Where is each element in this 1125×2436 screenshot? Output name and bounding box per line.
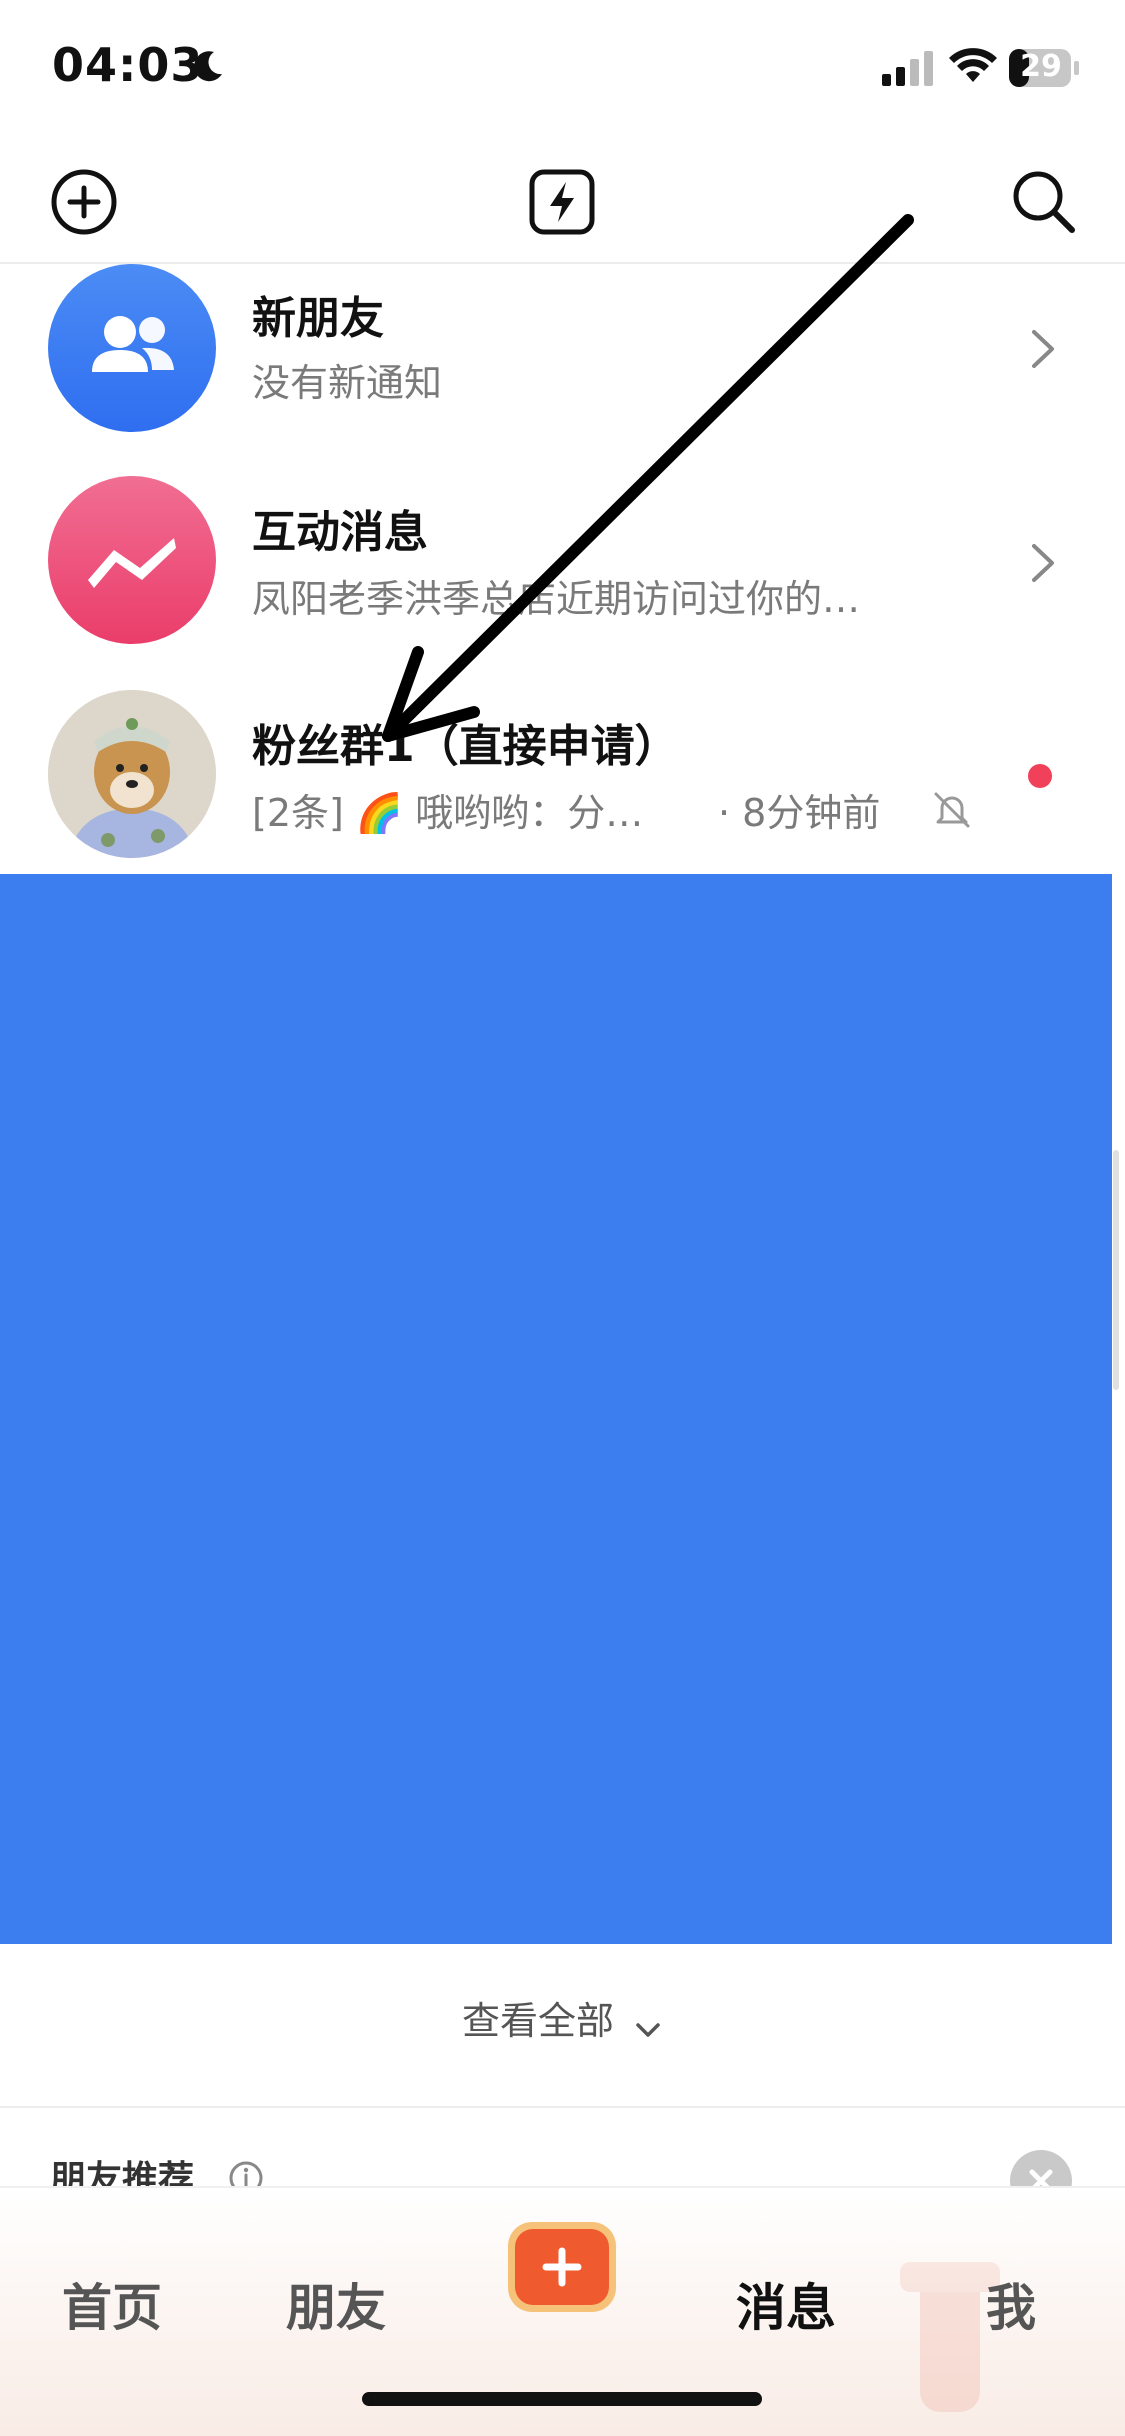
chevron-right-icon bbox=[1032, 544, 1054, 582]
list-item-fan-group[interactable]: 粉丝群1（直接申请） [2条] 🌈 哦哟哟：分… · 8分钟前 bbox=[0, 690, 1125, 890]
chevron-down-icon bbox=[636, 2022, 660, 2037]
battery-level: 29 bbox=[1020, 49, 1062, 84]
interactions-avatar bbox=[48, 476, 216, 644]
unread-dot bbox=[1028, 764, 1052, 788]
tab-messages[interactable]: 消息 bbox=[736, 2268, 836, 2340]
status-time: 04:03 bbox=[52, 38, 204, 92]
bell-muted-icon bbox=[934, 792, 970, 828]
lightning-icon[interactable] bbox=[522, 162, 602, 242]
moon-icon bbox=[194, 51, 222, 82]
tab-me[interactable]: 我 bbox=[986, 2268, 1036, 2340]
dog-avatar bbox=[48, 690, 216, 858]
redacted-content-block bbox=[0, 874, 1112, 1944]
chevron-right-icon bbox=[1032, 330, 1054, 368]
view-all-button[interactable]: 查看全部 bbox=[0, 1990, 1125, 2080]
row-time: · 8分钟前 bbox=[718, 791, 881, 835]
tab-home[interactable]: 首页 bbox=[62, 2268, 162, 2340]
new-friends-avatar bbox=[48, 264, 216, 432]
zigzag-icon bbox=[88, 538, 176, 588]
status-bar: 04:03 29 bbox=[0, 0, 1125, 140]
list-item-new-friends[interactable]: 新朋友 没有新通知 bbox=[0, 264, 1125, 464]
plus-icon bbox=[542, 2247, 582, 2287]
scrollbar[interactable] bbox=[1113, 1150, 1119, 1390]
fan-group-avatar bbox=[48, 690, 216, 858]
list-item-interactions[interactable]: 互动消息 凤阳老季洪季总店近期访问过你的… bbox=[0, 476, 1125, 676]
home-indicator[interactable] bbox=[362, 2392, 762, 2406]
view-all-label: 查看全部 bbox=[461, 1999, 614, 2043]
cellular-signal-icon bbox=[882, 51, 933, 86]
plus-circle-icon[interactable] bbox=[44, 162, 124, 242]
create-post-button[interactable] bbox=[508, 2222, 616, 2312]
wifi-icon bbox=[949, 48, 997, 82]
row-title: 互动消息 bbox=[252, 507, 428, 558]
tab-friends[interactable]: 朋友 bbox=[286, 2268, 386, 2340]
row-title: 粉丝群1（直接申请） bbox=[252, 721, 679, 772]
search-icon[interactable] bbox=[1004, 162, 1084, 242]
people-icon bbox=[92, 316, 174, 372]
top-header bbox=[0, 140, 1125, 264]
divider bbox=[0, 2106, 1125, 2108]
row-title: 新朋友 bbox=[252, 293, 384, 344]
row-subtitle: 没有新通知 bbox=[252, 361, 443, 405]
row-subtitle: [2条] 🌈 哦哟哟：分… bbox=[252, 791, 644, 835]
create-post-inner bbox=[515, 2229, 609, 2305]
row-subtitle: 凤阳老季洪季总店近期访问过你的… bbox=[252, 577, 861, 621]
